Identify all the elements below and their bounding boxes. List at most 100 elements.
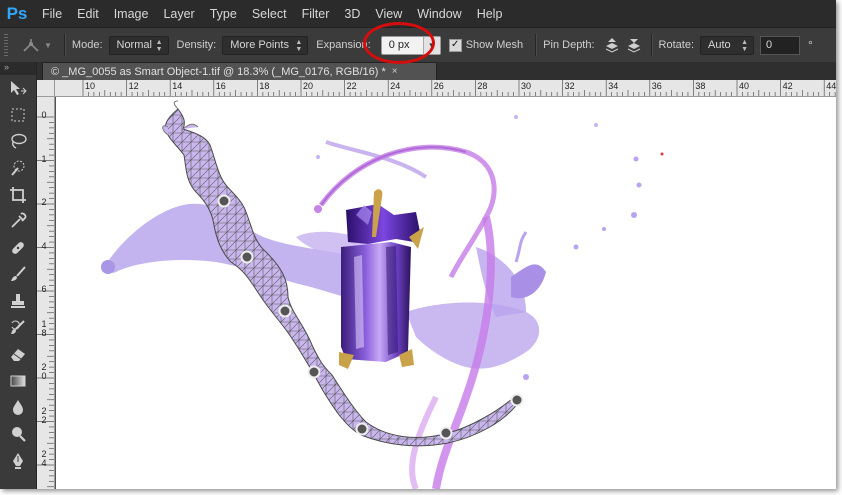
ruler-label: 2 bbox=[41, 197, 47, 207]
ruler-label: 20 bbox=[303, 81, 314, 91]
horizontal-ruler[interactable]: 10 12 14 16 18 20 22 24 26 28 30 32 34 36 38 40 42 44 bbox=[55, 80, 836, 97]
ruler-label: 2 bbox=[41, 449, 47, 459]
density-value: More Points bbox=[230, 39, 289, 51]
perfume-bottle bbox=[339, 189, 424, 369]
show-mesh-label: Show Mesh bbox=[465, 39, 524, 51]
close-icon[interactable]: × bbox=[392, 66, 398, 77]
blur-tool-icon[interactable] bbox=[0, 394, 36, 421]
options-bar: ▼ Mode: Normal ▲ ▼ Density: More Points ▲… bbox=[0, 27, 836, 63]
ruler-label: 26 bbox=[433, 81, 444, 91]
mode-select[interactable]: Normal ▲ ▼ bbox=[108, 35, 169, 55]
updown-arrows-icon: ▲ ▼ bbox=[741, 38, 749, 53]
ruler-label: 36 bbox=[651, 81, 662, 91]
menu-window[interactable]: Window bbox=[417, 7, 461, 21]
ruler-label: 22 bbox=[346, 81, 357, 91]
history-brush-tool-icon[interactable] bbox=[0, 314, 36, 341]
rotate-angle-input[interactable]: 0 bbox=[760, 35, 801, 55]
ruler-label: 2 bbox=[41, 414, 47, 425]
expansion-value: 0 px bbox=[388, 39, 410, 51]
divider bbox=[535, 34, 538, 56]
pen-tool-icon[interactable] bbox=[0, 447, 36, 474]
updown-arrows-icon: ▲ ▼ bbox=[155, 38, 163, 53]
tools-panel-collapse-icon[interactable]: » bbox=[0, 62, 36, 75]
menu-help[interactable]: Help bbox=[477, 7, 503, 21]
ruler-label: 12 bbox=[128, 81, 139, 91]
clone-stamp-tool-icon[interactable] bbox=[0, 288, 36, 315]
vertical-ruler[interactable]: 01246810222426 bbox=[37, 97, 55, 489]
puppet-warp-icon[interactable] bbox=[18, 34, 44, 56]
ruler-label: 18 bbox=[259, 81, 270, 91]
density-label: Density: bbox=[176, 39, 217, 51]
expansion-field[interactable]: 0 px ▼ bbox=[380, 35, 441, 55]
document-tab-bar: © _MG_0055 as Smart Object-1.tif @ 18.3%… bbox=[37, 62, 836, 80]
puppet-pin-icon bbox=[23, 39, 39, 52]
pin-backward-icon[interactable] bbox=[626, 37, 642, 53]
menu-3d[interactable]: 3D bbox=[344, 7, 360, 21]
document-canvas[interactable] bbox=[56, 97, 836, 489]
ruler-label: 6 bbox=[41, 284, 47, 294]
crop-tool-icon[interactable] bbox=[0, 181, 36, 208]
marquee-tool-icon[interactable] bbox=[0, 102, 36, 129]
ruler-label: 1 bbox=[41, 318, 47, 329]
ruler-origin[interactable] bbox=[37, 80, 55, 97]
ruler-label: 2 bbox=[41, 362, 47, 372]
move-tool-icon[interactable] bbox=[0, 75, 36, 102]
ruler-label: 32 bbox=[564, 81, 575, 91]
ruler-label: 2 bbox=[41, 405, 47, 416]
ruler-label: 34 bbox=[608, 81, 619, 91]
ruler-label: 4 bbox=[41, 240, 47, 251]
density-select[interactable]: More Points ▲ ▼ bbox=[222, 35, 309, 55]
menu-select[interactable]: Select bbox=[252, 7, 287, 21]
updown-arrows-icon: ▲ ▼ bbox=[295, 38, 303, 53]
document-tab-title: © _MG_0055 as Smart Object-1.tif @ 18.3%… bbox=[51, 65, 386, 78]
options-bar-grip[interactable] bbox=[4, 34, 8, 56]
artwork bbox=[101, 100, 664, 489]
ruler-label: 10 bbox=[85, 81, 96, 91]
mode-value: Normal bbox=[116, 39, 152, 51]
ruler-label: 16 bbox=[215, 81, 226, 91]
pin-forward-icon[interactable] bbox=[604, 37, 620, 53]
gradient-tool-icon[interactable] bbox=[0, 368, 36, 395]
ruler-label: 38 bbox=[695, 81, 706, 91]
photoshop-window: Ps File Edit Image Layer Type Select Fil… bbox=[0, 0, 836, 489]
ruler-label: 0 bbox=[41, 110, 47, 120]
menu-file[interactable]: File bbox=[42, 7, 62, 21]
divider bbox=[650, 34, 653, 56]
rotate-label: Rotate: bbox=[658, 39, 695, 51]
ruler-label: 44 bbox=[826, 81, 836, 91]
tools-panel: » bbox=[0, 62, 37, 489]
ruler-label: 4 bbox=[41, 458, 47, 468]
document-tab[interactable]: © _MG_0055 as Smart Object-1.tif @ 18.3%… bbox=[42, 62, 437, 80]
ruler-label: 40 bbox=[739, 81, 750, 91]
eyedropper-tool-icon[interactable] bbox=[0, 208, 36, 235]
ruler-label: 24 bbox=[390, 81, 401, 91]
menu-type[interactable]: Type bbox=[210, 7, 237, 21]
lasso-tool-icon[interactable] bbox=[0, 128, 36, 155]
dodge-tool-icon[interactable] bbox=[0, 421, 36, 448]
rotate-select[interactable]: Auto ▲ ▼ bbox=[700, 35, 755, 55]
ruler-label: 0 bbox=[41, 371, 47, 381]
ruler-label: 42 bbox=[782, 81, 793, 91]
menu-filter[interactable]: Filter bbox=[302, 7, 330, 21]
brush-tool-icon[interactable] bbox=[0, 261, 36, 288]
ruler-label: 8 bbox=[41, 327, 47, 338]
show-mesh-checkbox[interactable]: ✓ bbox=[448, 38, 462, 52]
menu-image[interactable]: Image bbox=[114, 7, 149, 21]
eraser-tool-icon[interactable] bbox=[0, 341, 36, 368]
ruler-label: 1 bbox=[41, 153, 47, 164]
mode-label: Mode: bbox=[71, 39, 103, 51]
ruler-label: 28 bbox=[477, 81, 488, 91]
expansion-label: Expansion: bbox=[316, 39, 371, 51]
expansion-chevron-down-icon[interactable]: ▼ bbox=[422, 36, 440, 54]
menu-layer[interactable]: Layer bbox=[163, 7, 194, 21]
quick-selection-tool-icon[interactable] bbox=[0, 155, 36, 182]
menu-view[interactable]: View bbox=[375, 7, 402, 21]
healing-brush-tool-icon[interactable] bbox=[0, 235, 36, 262]
photoshop-logo-icon: Ps bbox=[6, 3, 28, 23]
menu-edit[interactable]: Edit bbox=[77, 7, 99, 21]
tool-preset-chevron-down-icon[interactable]: ▼ bbox=[44, 41, 52, 50]
menu-bar: Ps File Edit Image Layer Type Select Fil… bbox=[0, 0, 836, 27]
divider bbox=[63, 34, 66, 56]
rotate-value: Auto bbox=[708, 39, 731, 51]
degree-symbol: ° bbox=[808, 38, 813, 52]
